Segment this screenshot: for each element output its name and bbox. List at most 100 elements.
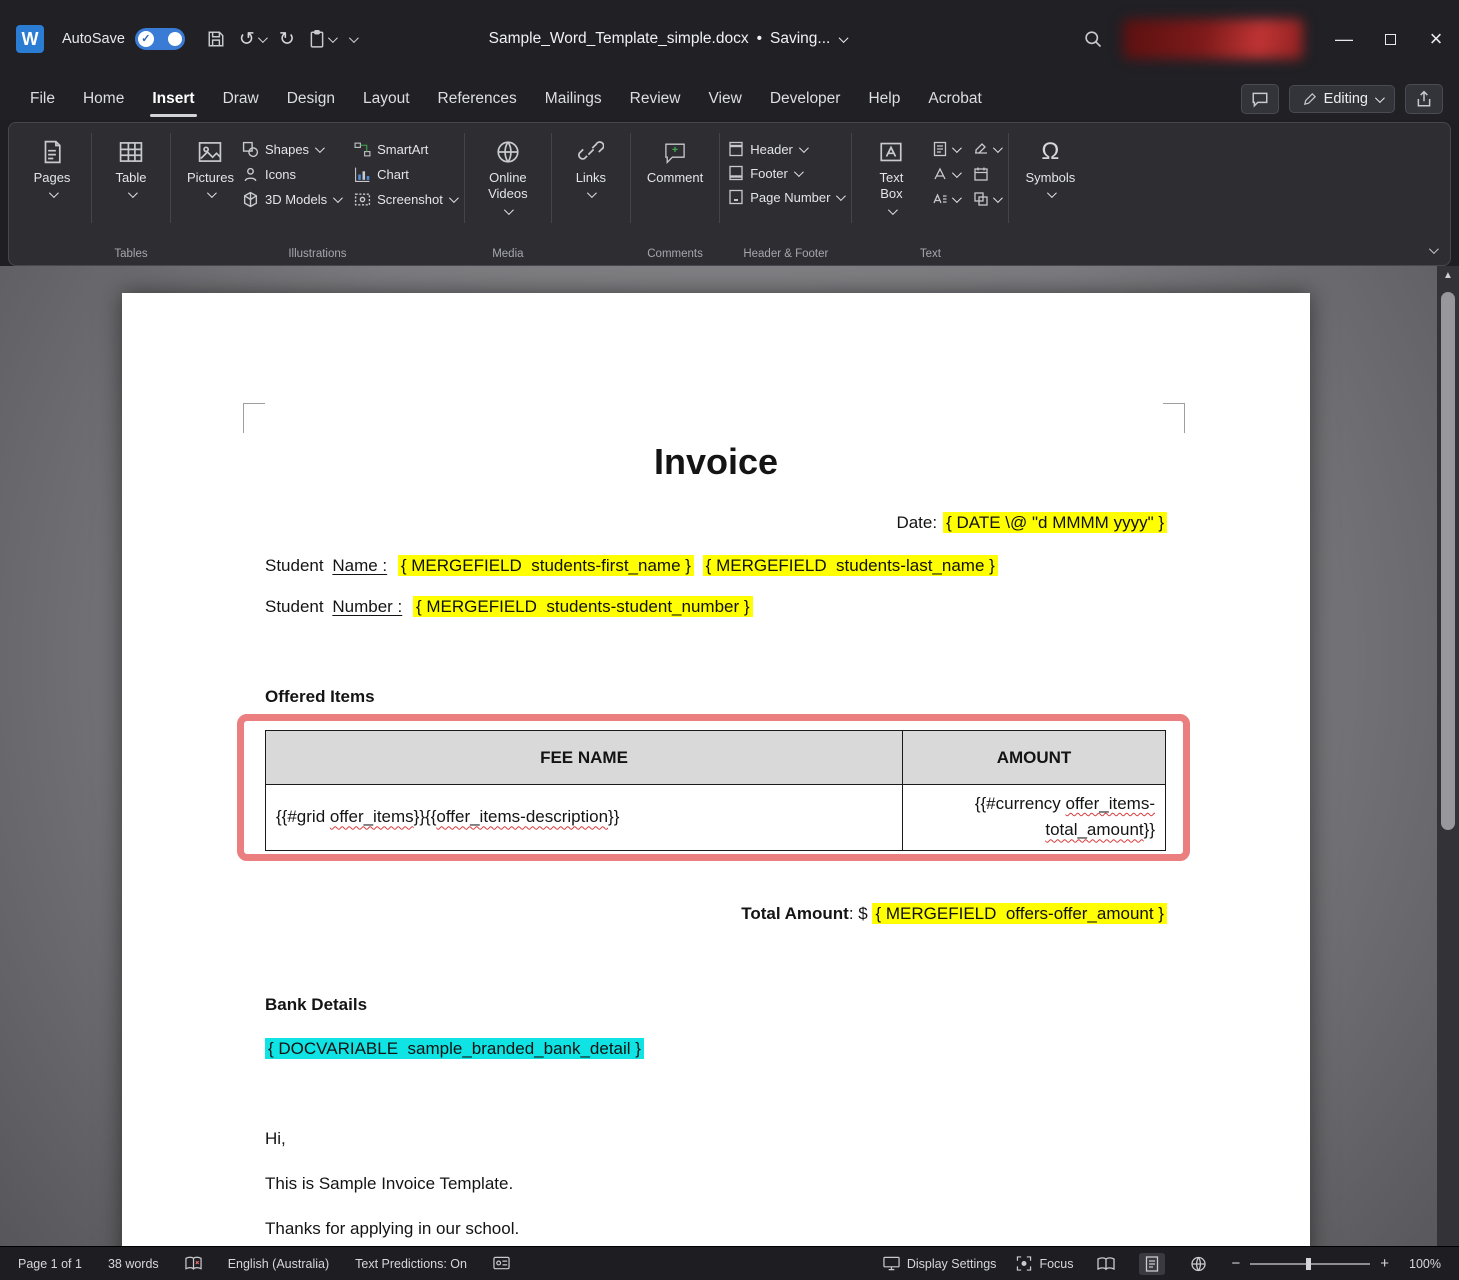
zoom-slider-track[interactable]	[1250, 1263, 1370, 1265]
pages-button[interactable]: Pages	[21, 131, 83, 198]
web-layout-button[interactable]	[1185, 1253, 1211, 1275]
screenshot-button[interactable]: Screenshot	[354, 191, 456, 208]
read-mode-button[interactable]	[1093, 1253, 1119, 1275]
text-box-button[interactable]: Text Box	[860, 131, 922, 215]
chevron-down-icon	[952, 143, 962, 153]
amount-cell[interactable]: {{#currency offer_items-total_amount}}	[903, 785, 1165, 850]
group-separator	[170, 133, 171, 223]
comments-button[interactable]	[1241, 84, 1279, 114]
chevron-down-icon	[993, 143, 1003, 153]
offered-items-table[interactable]: FEE NAME AMOUNT {{#grid offer_items}}{{o…	[265, 730, 1166, 851]
tab-file[interactable]: File	[16, 81, 69, 117]
footer-button[interactable]: Footer	[728, 165, 843, 181]
qat-overflow-button[interactable]	[349, 36, 356, 43]
last-name-field-code[interactable]: { MERGEFIELD students-last_name }	[703, 555, 998, 576]
signature-line-button[interactable]	[973, 141, 1000, 157]
text-box-icon	[878, 139, 904, 165]
date-time-button[interactable]	[973, 166, 1000, 182]
symbols-button[interactable]: Ω Symbols	[1017, 131, 1083, 198]
icons-button[interactable]: Icons	[242, 166, 340, 183]
tab-mailings[interactable]: Mailings	[531, 81, 616, 117]
redo-button[interactable]: ↻	[279, 28, 295, 51]
online-videos-button[interactable]: Online Videos	[473, 131, 543, 215]
object-icon	[973, 191, 989, 207]
group-header-footer: Header Footer Page Number Header & Foote…	[722, 129, 849, 243]
vertical-scrollbar[interactable]: ▲	[1437, 266, 1459, 1246]
student-number-field-code[interactable]: { MERGEFIELD students-student_number }	[413, 596, 753, 617]
print-layout-icon	[1145, 1256, 1159, 1272]
tab-acrobat[interactable]: Acrobat	[914, 81, 995, 117]
links-button[interactable]: Links	[560, 131, 622, 198]
ribbon-panel-insert: Pages Table Tables Pictures S	[8, 122, 1451, 266]
fee-name-cell[interactable]: {{#grid offer_items}}{{offer_items-descr…	[266, 785, 903, 850]
chart-button[interactable]: Chart	[354, 166, 456, 183]
tab-view[interactable]: View	[694, 81, 755, 117]
tab-layout[interactable]: Layout	[349, 81, 424, 117]
zoom-out-button[interactable]: −	[1231, 1255, 1240, 1272]
object-button[interactable]	[973, 191, 1000, 207]
print-layout-button[interactable]	[1139, 1253, 1165, 1275]
page-number-button[interactable]: Page Number	[728, 189, 843, 205]
scrollbar-thumb[interactable]	[1441, 292, 1455, 830]
clipboard-button[interactable]	[309, 30, 335, 48]
document-title-area[interactable]: Sample_Word_Template_simple.docx • Savin…	[489, 0, 846, 78]
undo-button[interactable]: ↺	[239, 28, 265, 51]
comment-button[interactable]: Comment	[639, 131, 711, 186]
document-page[interactable]: Invoice Date:{ DATE \@ "d MMMM yyyy" } S…	[122, 293, 1310, 1246]
page-indicator[interactable]: Page 1 of 1	[18, 1257, 82, 1271]
wordart-button[interactable]	[932, 166, 959, 182]
scroll-up-icon[interactable]: ▲	[1437, 270, 1459, 281]
tab-help[interactable]: Help	[854, 81, 914, 117]
first-name-field-code[interactable]: { MERGEFIELD students-first_name }	[398, 555, 694, 576]
status-doc-icon	[493, 1256, 510, 1271]
share-button[interactable]	[1405, 84, 1443, 114]
maximize-button[interactable]	[1367, 0, 1413, 78]
focus-icon	[1016, 1256, 1032, 1271]
close-button[interactable]: ×	[1413, 0, 1459, 78]
quick-parts-button[interactable]	[932, 141, 959, 157]
save-button[interactable]	[207, 30, 225, 48]
word-count[interactable]: 38 words	[108, 1257, 159, 1271]
drop-cap-button[interactable]	[932, 191, 959, 207]
proofing-status[interactable]	[185, 1256, 202, 1271]
display-settings-button[interactable]: Display Settings	[883, 1256, 997, 1271]
language-indicator[interactable]: English (Australia)	[228, 1257, 329, 1271]
tab-home[interactable]: Home	[69, 81, 138, 117]
accessibility-status[interactable]	[493, 1256, 510, 1271]
pictures-button[interactable]: Pictures	[179, 131, 242, 198]
smartart-button[interactable]: SmartArt	[354, 141, 456, 158]
minimize-icon: —	[1335, 29, 1353, 50]
zoom-in-button[interactable]: +	[1380, 1255, 1389, 1272]
title-bar: W AutoSave ✓ ↺ ↻ Sample_Word_Template_si…	[0, 0, 1459, 78]
focus-button[interactable]: Focus	[1016, 1256, 1073, 1271]
bank-details-field-code[interactable]: { DOCVARIABLE sample_branded_bank_detail…	[265, 1038, 644, 1059]
search-button[interactable]	[1071, 17, 1115, 61]
table-button[interactable]: Table	[100, 131, 162, 198]
tab-review[interactable]: Review	[616, 81, 695, 117]
autosave-control[interactable]: AutoSave ✓	[62, 28, 185, 50]
collapse-ribbon-button[interactable]	[1429, 241, 1436, 259]
tab-draw[interactable]: Draw	[209, 81, 273, 117]
tab-references[interactable]: References	[424, 81, 531, 117]
group-comments: Comment Comments	[633, 129, 717, 243]
editing-mode-button[interactable]: Editing	[1289, 85, 1395, 113]
student-name-line: Student Name : { MERGEFIELD students-fir…	[265, 556, 998, 576]
tab-design[interactable]: Design	[273, 81, 349, 117]
total-amount-field-code[interactable]: { MERGEFIELD offers-offer_amount }	[872, 903, 1167, 924]
header-button[interactable]: Header	[728, 141, 843, 157]
margin-crop-mark	[243, 403, 265, 433]
minimize-button[interactable]: —	[1321, 0, 1367, 78]
group-media: Online Videos Media	[467, 129, 549, 243]
tab-developer[interactable]: Developer	[756, 81, 855, 117]
zoom-slider-thumb[interactable]	[1306, 1258, 1311, 1270]
new-comment-icon	[662, 139, 688, 165]
3d-models-button[interactable]: 3D Models	[242, 191, 340, 208]
date-field-code[interactable]: { DATE \@ "d MMMM yyyy" }	[943, 512, 1167, 533]
zoom-level[interactable]: 100%	[1409, 1257, 1441, 1271]
autosave-toggle[interactable]: ✓	[135, 28, 185, 50]
text-predictions-indicator[interactable]: Text Predictions: On	[355, 1257, 467, 1271]
group-separator	[91, 133, 92, 223]
shapes-button[interactable]: Shapes	[242, 141, 340, 158]
tab-insert[interactable]: Insert	[138, 81, 208, 117]
header-label: Header	[750, 142, 793, 157]
